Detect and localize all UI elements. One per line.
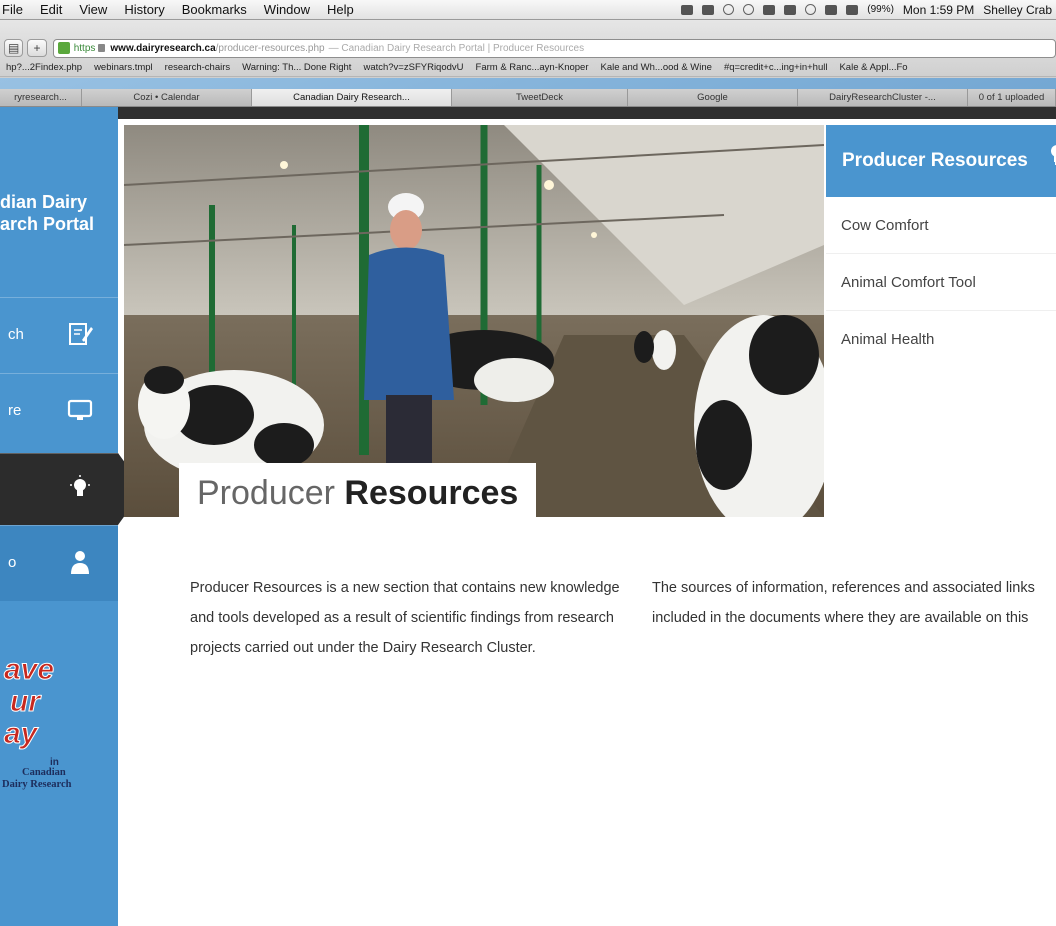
subnav-heading-label: Producer Resources [842, 150, 1028, 172]
badge-subtitle-line1: Canadian [22, 767, 66, 778]
tab-canadian-dairy-research[interactable]: Canadian Dairy Research... [252, 89, 452, 106]
badge-subtitle-line2: Dairy Research [2, 779, 72, 790]
lock-icon [98, 44, 106, 52]
sync-icon[interactable] [723, 4, 735, 15]
bookmark-item[interactable]: Kale and Wh...ood & Wine [601, 62, 712, 73]
barn-photo-illustration [124, 125, 824, 517]
menu-file[interactable]: File [0, 2, 32, 17]
page-title-light: Producer [197, 474, 335, 512]
subnav-heading[interactable]: Producer Resources [826, 125, 1056, 197]
bookmark-item[interactable]: Kale & Appl...Fo [839, 62, 907, 73]
badge-word: ur [10, 685, 41, 718]
menubar-clock[interactable]: Mon 1:59 PM [903, 3, 974, 17]
bookmark-item[interactable]: Farm & Ranc...ayn-Knoper [476, 62, 589, 73]
page-title-bold: Resources [344, 474, 519, 512]
url-domain: www.dairyresearch.ca [110, 42, 216, 54]
bookmarks-bar: hp?...2Findex.php webinars.tmpl research… [0, 59, 1056, 77]
status-menus: (99%) Mon 1:59 PM Shelley Crab [681, 3, 1056, 17]
bookmark-item[interactable]: research-chairs [165, 62, 230, 73]
battery-percent: (99%) [867, 4, 894, 15]
url-scheme: https [73, 42, 96, 54]
intro-paragraph: Producer Resources is a new section that… [190, 580, 620, 656]
document-pen-icon [66, 320, 94, 348]
tab-uploads[interactable]: 0 of 1 uploaded [968, 89, 1056, 106]
portal-title-line2: arch Portal [0, 214, 95, 234]
address-bar[interactable]: https www.dairyresearch.ca /producer-res… [52, 38, 1056, 58]
sources-paragraph-line2: included in the documents where they are… [652, 610, 1029, 626]
bluetooth-icon[interactable] [784, 4, 797, 15]
url-path: /producer-resources.php [215, 42, 325, 54]
sidebar-item-label: o [8, 554, 17, 571]
menu-view[interactable]: View [71, 2, 116, 17]
menu-history[interactable]: History [116, 2, 173, 17]
sources-paragraph: The sources of information, references a… [652, 573, 1056, 633]
web-page: dian Dairy arch Portal ch re o ave ur ay… [0, 107, 1056, 926]
top-dark-strip [118, 107, 1056, 119]
subnav-item-animal-comfort-tool[interactable]: Animal Comfort Tool [826, 254, 1056, 311]
lightbulb-icon [66, 474, 94, 502]
tab-dairyresearch[interactable]: ryresearch... [0, 89, 82, 106]
menu-bookmarks[interactable]: Bookmarks [174, 2, 256, 17]
monitor-icon [66, 396, 94, 424]
menu-help[interactable]: Help [319, 2, 363, 17]
bookmark-item[interactable]: hp?...2Findex.php [6, 62, 82, 73]
subnav-item-cow-comfort[interactable]: Cow Comfort [826, 197, 1056, 254]
sidebar-toggle-button[interactable]: ▤ [4, 39, 24, 57]
mac-menu-bar: File Edit View History Bookmarks Window … [0, 0, 1056, 20]
tab-tweetdeck[interactable]: TweetDeck [452, 89, 628, 106]
tab-dairyresearchcluster[interactable]: DairyResearchCluster -... [798, 89, 968, 106]
sources-paragraph-line1: The sources of information, references a… [652, 580, 1035, 596]
menu-edit[interactable]: Edit [32, 2, 71, 17]
sidebar-item-profile[interactable]: o [0, 525, 118, 601]
portal-title[interactable]: dian Dairy arch Portal [0, 191, 118, 235]
site-sidebar: dian Dairy arch Portal ch re o ave ur ay… [0, 107, 118, 926]
bookmark-item[interactable]: webinars.tmpl [94, 62, 153, 73]
badge-subtitle: Canadian Dairy Research [2, 767, 72, 791]
sidebar-item-label: re [8, 402, 22, 419]
page-title: Producer Resources [179, 463, 537, 517]
time-machine-icon[interactable] [743, 4, 755, 15]
sidebar-item-producer-resources[interactable] [0, 453, 118, 525]
portal-title-line1: dian Dairy [0, 192, 88, 212]
lightbulb-icon [1049, 125, 1056, 197]
bookmark-item[interactable]: Warning: Th... Done Right [242, 62, 351, 73]
url-row: ▤ + https www.dairyresearch.ca /producer… [0, 37, 1056, 59]
menu-window[interactable]: Window [256, 2, 319, 17]
badge-word: ave [3, 653, 55, 686]
tab-cozi-calendar[interactable]: Cozi • Calendar [82, 89, 252, 106]
new-tab-button[interactable]: + [27, 39, 47, 57]
battery-icon[interactable] [846, 4, 859, 15]
tab-bar: ryresearch... Cozi • Calendar Canadian D… [0, 89, 1056, 107]
bookmark-item[interactable]: #q=credit+c...ing+in+hull [724, 62, 828, 73]
subnav-item-animal-health[interactable]: Animal Health [826, 311, 1056, 368]
site-favicon-icon [57, 42, 70, 54]
subnav-list: Cow Comfort Animal Comfort Tool Animal H… [826, 197, 1056, 368]
dropbox-icon[interactable] [681, 4, 694, 15]
person-icon [66, 548, 94, 576]
bookmark-item[interactable]: watch?v=zSFYRiqodvU [363, 62, 463, 73]
adobe-icon[interactable] [702, 4, 715, 15]
tab-google[interactable]: Google [628, 89, 798, 106]
sidebar-item-lecture[interactable]: re [0, 373, 118, 449]
badge-word: ay [3, 717, 38, 750]
sidebar-item-research[interactable]: ch [0, 297, 118, 373]
menubar-user[interactable]: Shelley Crab [983, 3, 1052, 17]
have-your-say-badge[interactable]: ave ur ay in Canadian Dairy Research [0, 627, 118, 797]
url-page-title: — Canadian Dairy Research Portal | Produ… [328, 42, 585, 54]
sidebar-item-label: ch [8, 326, 24, 343]
volume-icon[interactable] [825, 4, 838, 15]
wifi-icon[interactable] [805, 4, 817, 15]
hero-image: Producer Resources [124, 125, 824, 517]
display-icon[interactable] [763, 4, 776, 15]
